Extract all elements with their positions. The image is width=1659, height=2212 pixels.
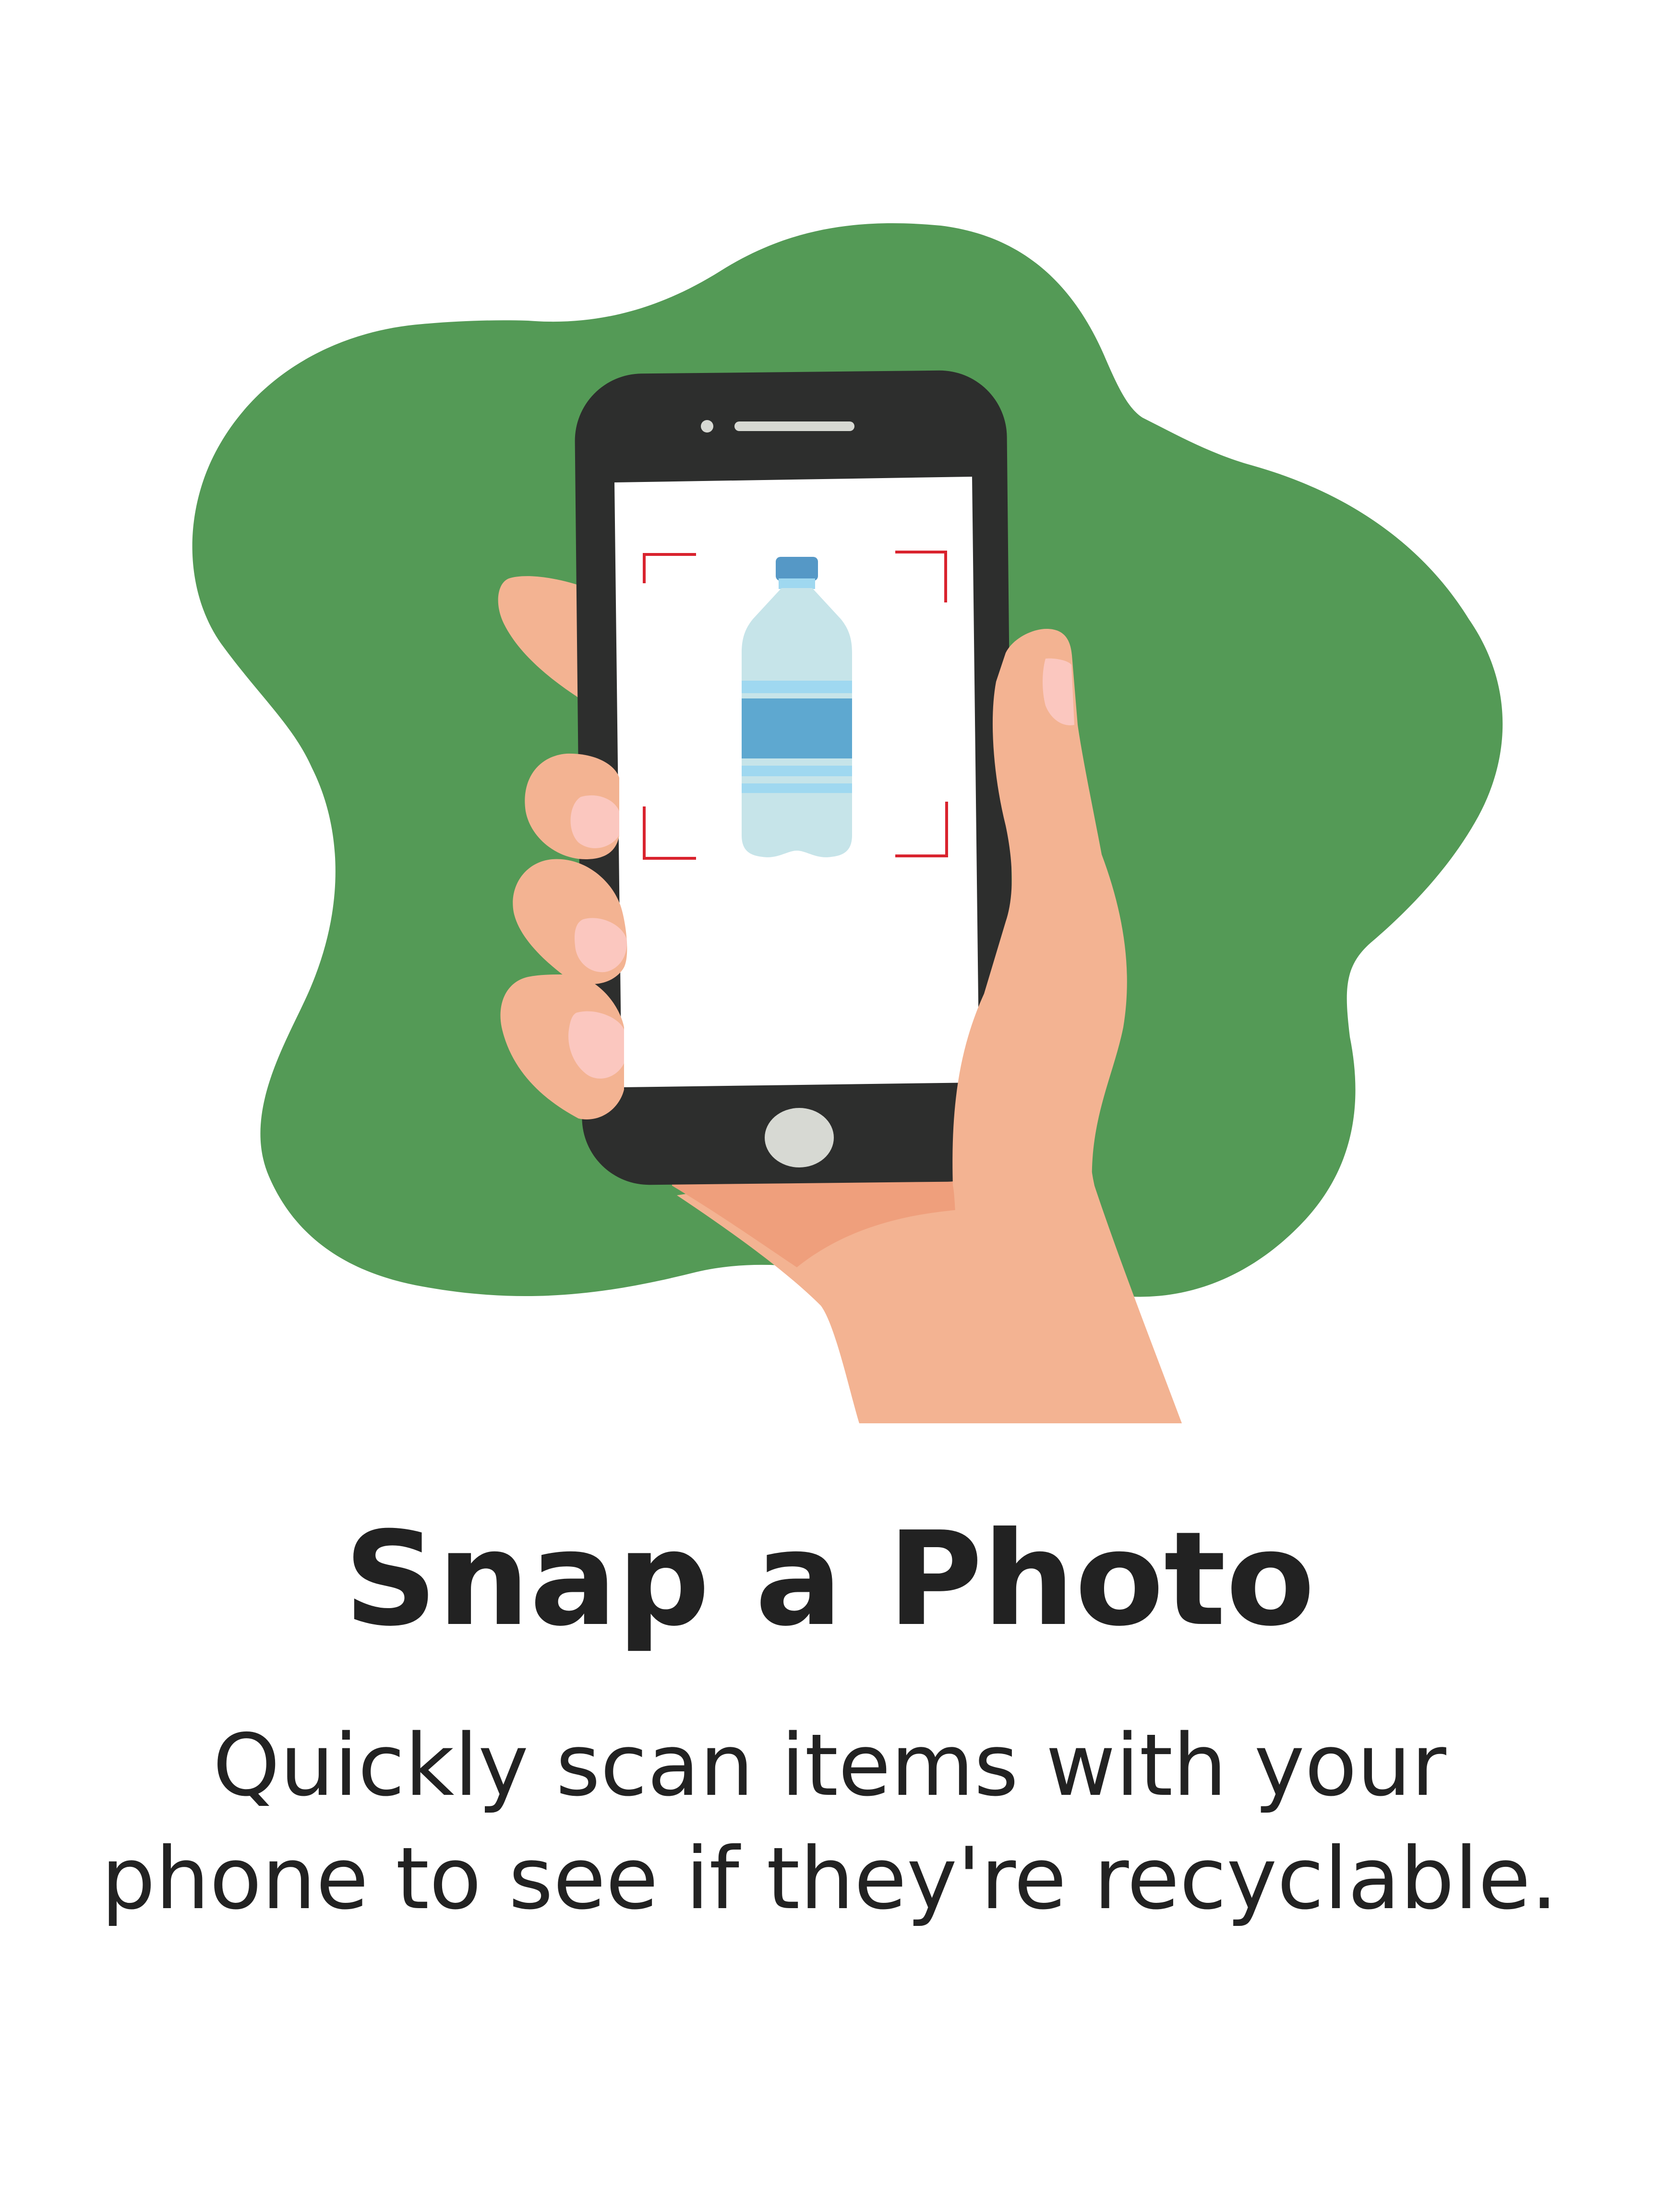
home-button[interactable] [765,1108,834,1167]
front-camera [701,420,713,433]
page-title: Snap a Photo [344,1503,1315,1655]
scan-illustration [192,223,1503,1423]
speaker-grille [734,421,854,431]
onboarding-page: Snap a Photo Quickly scan items with you… [0,0,1659,2212]
page-description: Quickly scan items with your phone to se… [101,1716,1558,1928]
